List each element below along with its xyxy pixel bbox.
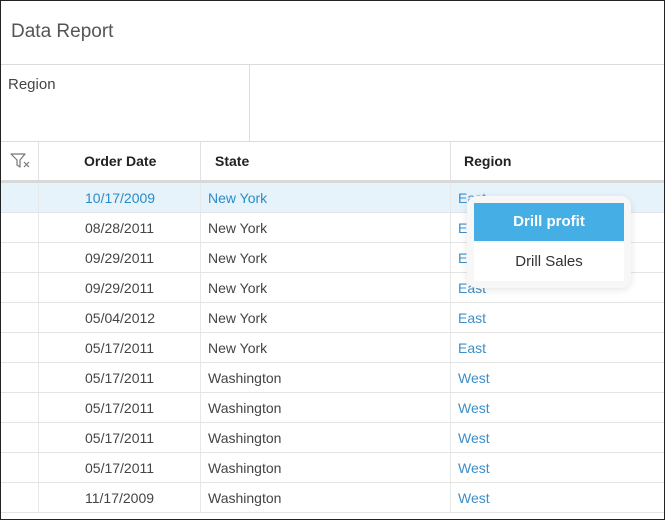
cell-state: Washington — [208, 400, 282, 416]
row-divider — [38, 363, 39, 392]
cell-state: Washington — [208, 460, 282, 476]
cell-state: New York — [208, 190, 268, 206]
cell-region-link[interactable]: East — [458, 303, 486, 332]
cell-state: Washington — [208, 490, 282, 506]
page-title: Data Report — [11, 21, 114, 42]
table-row[interactable]: 11/17/2009 Washington West — [1, 483, 664, 513]
cell-order-date: 05/17/2011 — [85, 370, 155, 386]
report-header: Data Report — [1, 1, 664, 65]
cell-state: New York — [208, 280, 268, 296]
table-row[interactable]: 05/17/2011 New York East — [1, 333, 664, 363]
row-divider — [38, 243, 39, 272]
table-row[interactable]: 05/17/2011 Washington West — [1, 423, 664, 453]
row-divider — [200, 213, 201, 242]
cell-state: New York — [208, 310, 268, 326]
row-divider — [38, 453, 39, 482]
table-header: Order Date State Region — [1, 142, 664, 183]
cell-order-date: 09/29/2011 — [85, 280, 155, 296]
cell-order-date: 05/17/2011 — [85, 460, 155, 476]
row-divider — [38, 333, 39, 362]
row-divider — [38, 273, 39, 302]
cell-order-date: 05/17/2011 — [85, 400, 155, 416]
drill-profit-menu-item[interactable]: Drill profit — [474, 203, 624, 241]
cell-order-date: 10/17/2009 — [85, 190, 156, 206]
row-divider — [38, 483, 39, 512]
group-by-panel: Region — [1, 65, 664, 142]
row-divider — [450, 423, 451, 452]
row-divider — [450, 243, 451, 272]
column-divider — [450, 142, 451, 180]
row-divider — [38, 303, 39, 332]
cell-state: Washington — [208, 370, 282, 386]
column-divider — [200, 142, 201, 180]
cell-state: New York — [208, 340, 268, 356]
cell-region-link[interactable]: West — [458, 393, 490, 422]
column-header-region[interactable]: Region — [464, 142, 511, 180]
cell-order-date: 09/29/2011 — [85, 250, 155, 266]
row-divider — [200, 333, 201, 362]
cell-region-link[interactable]: West — [458, 453, 490, 482]
row-divider — [450, 363, 451, 392]
cell-state: New York — [208, 250, 268, 266]
filter-button[interactable] — [1, 142, 38, 180]
column-divider — [38, 142, 39, 180]
row-divider — [200, 183, 201, 212]
cell-order-date: 05/17/2011 — [85, 430, 155, 446]
cell-region-link[interactable]: East — [458, 333, 486, 362]
table-row[interactable]: 05/17/2011 Washington West — [1, 393, 664, 423]
row-divider — [450, 273, 451, 302]
row-divider — [38, 213, 39, 242]
cell-region-link[interactable]: West — [458, 363, 490, 392]
row-divider — [38, 183, 39, 212]
cell-order-date: 08/28/2011 — [85, 220, 155, 236]
column-header-order-date[interactable]: Order Date — [84, 142, 156, 180]
cell-state: Washington — [208, 430, 282, 446]
cell-region-link[interactable]: West — [458, 423, 490, 452]
context-menu: Drill profit Drill Sales — [467, 196, 631, 288]
row-divider — [450, 333, 451, 362]
cell-order-date: 11/17/2009 — [85, 490, 155, 506]
row-divider — [38, 423, 39, 452]
table-row[interactable]: 05/04/2012 New York East — [1, 303, 664, 333]
row-divider — [200, 303, 201, 332]
column-header-state[interactable]: State — [215, 142, 249, 180]
row-divider — [200, 453, 201, 482]
group-field-label: Region — [8, 76, 56, 93]
table-row[interactable]: 05/17/2011 Washington West — [1, 363, 664, 393]
row-divider — [450, 453, 451, 482]
group-field-region[interactable]: Region — [1, 65, 250, 141]
row-divider — [450, 303, 451, 332]
report-window: Data Report Region Order Date State Regi… — [0, 0, 665, 520]
row-divider — [200, 273, 201, 302]
cell-order-date: 05/04/2012 — [85, 310, 156, 326]
row-divider — [450, 483, 451, 512]
drill-sales-menu-item[interactable]: Drill Sales — [474, 243, 624, 281]
cell-region-link[interactable]: West — [458, 483, 490, 512]
cell-order-date: 05/17/2011 — [85, 340, 155, 356]
filter-icon — [9, 153, 29, 168]
row-divider — [200, 393, 201, 422]
cell-state: New York — [208, 220, 268, 236]
row-divider — [450, 393, 451, 422]
row-divider — [450, 183, 451, 212]
row-divider — [200, 483, 201, 512]
row-divider — [38, 393, 39, 422]
table-row[interactable]: 05/17/2011 Washington West — [1, 453, 664, 483]
row-divider — [200, 363, 201, 392]
row-divider — [200, 423, 201, 452]
row-divider — [200, 243, 201, 272]
row-divider — [450, 213, 451, 242]
